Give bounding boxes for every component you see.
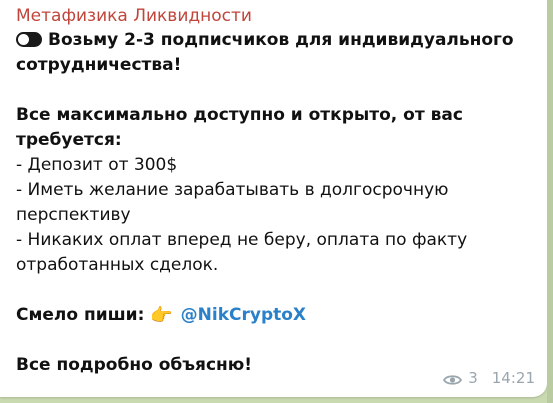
message-bubble: Метафизика Ликвидности Возьму 2-3 подпис… xyxy=(0,0,547,397)
message-line: требуется: xyxy=(16,130,122,150)
list-item: - Иметь желание зарабатывать в долгосроч… xyxy=(16,180,449,200)
mention-link[interactable]: @NikCryptoX xyxy=(181,305,306,325)
list-item-continued: отработанных сделок. xyxy=(16,255,219,275)
list-item: - Никаких оплат вперед не беру, оплата п… xyxy=(16,230,468,250)
write-label: Смело пиши: xyxy=(16,305,145,325)
list-item: - Депозит от 300$ xyxy=(16,155,178,175)
message-meta: 3 14:21 xyxy=(443,369,535,387)
scrollbar[interactable] xyxy=(547,0,553,403)
message-line: Возьму 2-3 подписчиков для индивидуально… xyxy=(16,28,531,53)
message-line: Все максимально доступно и открыто, от в… xyxy=(16,105,463,125)
sender-name[interactable]: Метафизика Ликвидности xyxy=(16,5,531,27)
message-line: сотрудничества! xyxy=(16,55,182,75)
list-item-continued: перспективу xyxy=(16,205,131,225)
view-count: 3 xyxy=(468,369,478,387)
message-time: 14:21 xyxy=(491,369,535,387)
toggle-icon xyxy=(16,32,42,47)
contact-line: Смело пиши: 👉 @NikCryptoX xyxy=(16,303,531,328)
pointing-hand-icon: 👉 xyxy=(150,305,173,326)
eye-icon xyxy=(443,372,463,385)
line1-text: Возьму 2-3 подписчиков для индивидуально… xyxy=(48,30,514,50)
message-text: Возьму 2-3 подписчиков для индивидуально… xyxy=(16,28,531,378)
